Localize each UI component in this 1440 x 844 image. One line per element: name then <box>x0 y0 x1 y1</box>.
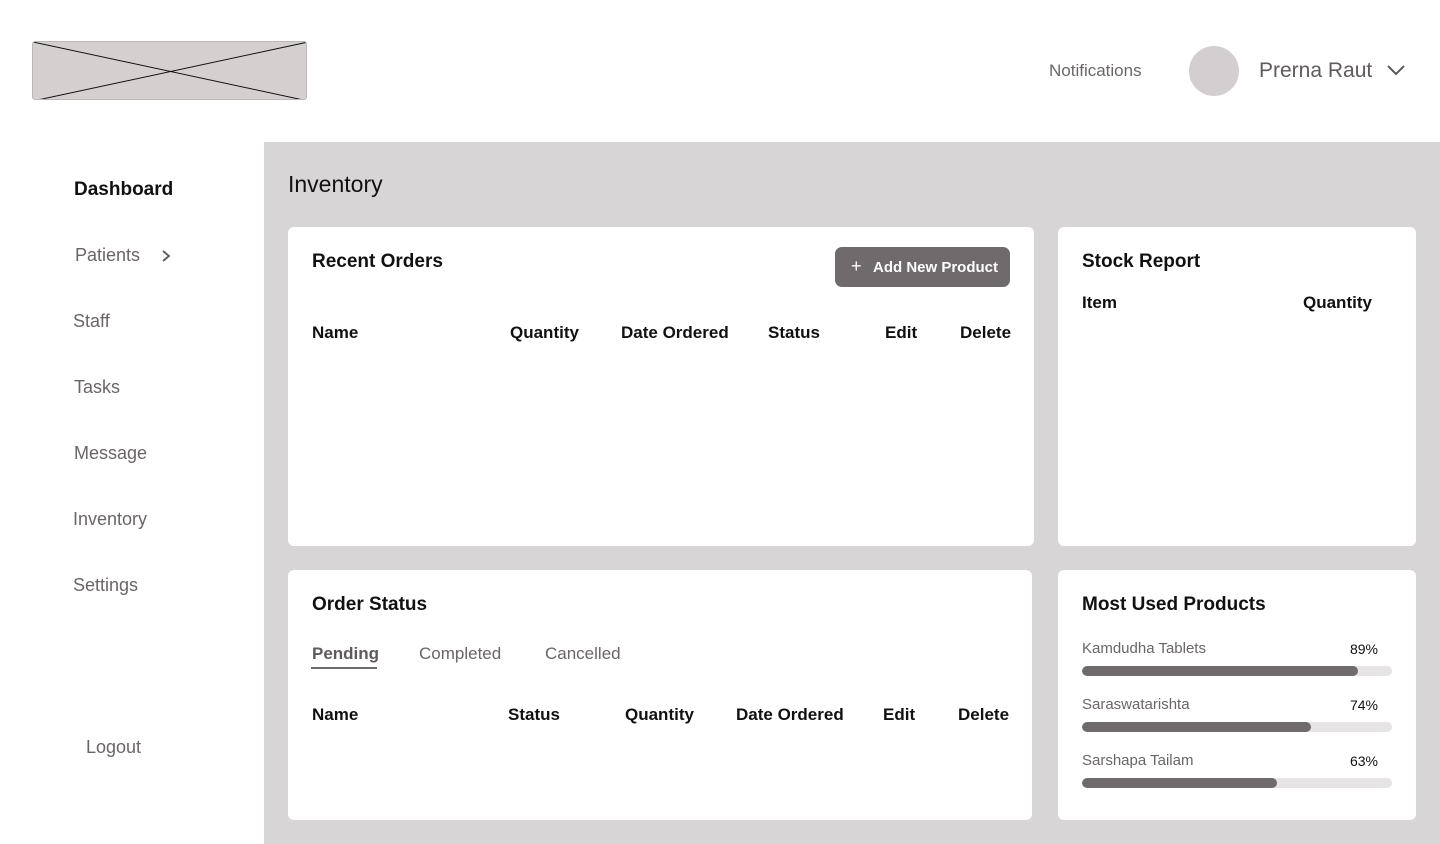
tab-cancelled[interactable]: Cancelled <box>545 644 621 664</box>
order-status-col-edit[interactable]: Edit <box>883 705 915 725</box>
recent-orders-col-name[interactable]: Name <box>312 323 358 343</box>
recent-orders-col-edit[interactable]: Edit <box>885 323 917 343</box>
order-status-col-status[interactable]: Status <box>508 705 560 725</box>
tab-completed[interactable]: Completed <box>419 644 501 664</box>
sidebar-item-message[interactable]: Message <box>74 443 147 464</box>
recent-orders-col-date-ordered[interactable]: Date Ordered <box>621 323 729 343</box>
product-usage-bar <box>1082 722 1392 732</box>
order-status-col-name[interactable]: Name <box>312 705 358 725</box>
notifications-link[interactable]: Notifications <box>1049 61 1142 81</box>
product-percent: 74% <box>1349 697 1378 713</box>
tab-pending[interactable]: Pending <box>312 644 379 664</box>
product-usage-bar-fill <box>1082 666 1358 676</box>
product-usage-bar-fill <box>1082 722 1312 732</box>
sidebar-item-settings[interactable]: Settings <box>73 575 138 596</box>
sidebar-item-staff[interactable]: Staff <box>73 311 110 332</box>
stock-report-col-quantity[interactable]: Quantity <box>1303 293 1372 313</box>
product-name: Sarshapa Tailam <box>1082 752 1194 769</box>
product-percent: 63% <box>1349 753 1378 769</box>
image-placeholder-icon <box>33 42 306 99</box>
chevron-down-icon[interactable] <box>1386 62 1406 78</box>
sidebar-item-inventory[interactable]: Inventory <box>73 509 147 530</box>
order-status-col-quantity[interactable]: Quantity <box>625 705 694 725</box>
top-header: Notifications Prerna Raut <box>0 0 1440 142</box>
page-title: Inventory <box>288 171 383 197</box>
product-name: Saraswatarishta <box>1082 696 1190 713</box>
stock-report-col-item[interactable]: Item <box>1082 293 1117 313</box>
logo-placeholder[interactable] <box>32 41 307 100</box>
stock-report-title: Stock Report <box>1082 251 1201 272</box>
sidebar-item-patients[interactable]: Patients <box>75 245 140 266</box>
product-usage-bar <box>1082 666 1392 676</box>
product-usage-bar <box>1082 778 1392 788</box>
plus-icon: + <box>851 256 862 276</box>
add-new-product-label: Add New Product <box>873 259 999 276</box>
chevron-right-icon[interactable] <box>160 249 172 263</box>
active-tab-indicator <box>311 667 377 669</box>
user-name[interactable]: Prerna Raut <box>1259 59 1372 83</box>
most-used-products-title: Most Used Products <box>1082 594 1266 615</box>
order-status-col-date-ordered[interactable]: Date Ordered <box>736 705 844 725</box>
stock-report-card <box>1058 227 1416 546</box>
add-new-product-button[interactable]: + Add New Product <box>835 247 1010 287</box>
recent-orders-col-delete[interactable]: Delete <box>960 323 1011 343</box>
product-percent: 89% <box>1349 641 1378 657</box>
product-usage-bar-fill <box>1082 778 1278 788</box>
logout-link[interactable]: Logout <box>86 737 141 758</box>
order-status-col-delete[interactable]: Delete <box>958 705 1009 725</box>
recent-orders-title: Recent Orders <box>312 251 443 272</box>
sidebar-item-dashboard[interactable]: Dashboard <box>74 179 173 201</box>
recent-orders-col-quantity[interactable]: Quantity <box>510 323 579 343</box>
recent-orders-col-status[interactable]: Status <box>768 323 820 343</box>
avatar[interactable] <box>1189 46 1239 96</box>
sidebar-item-tasks[interactable]: Tasks <box>74 377 120 398</box>
product-name: Kamdudha Tablets <box>1082 640 1206 657</box>
order-status-title: Order Status <box>312 594 428 615</box>
